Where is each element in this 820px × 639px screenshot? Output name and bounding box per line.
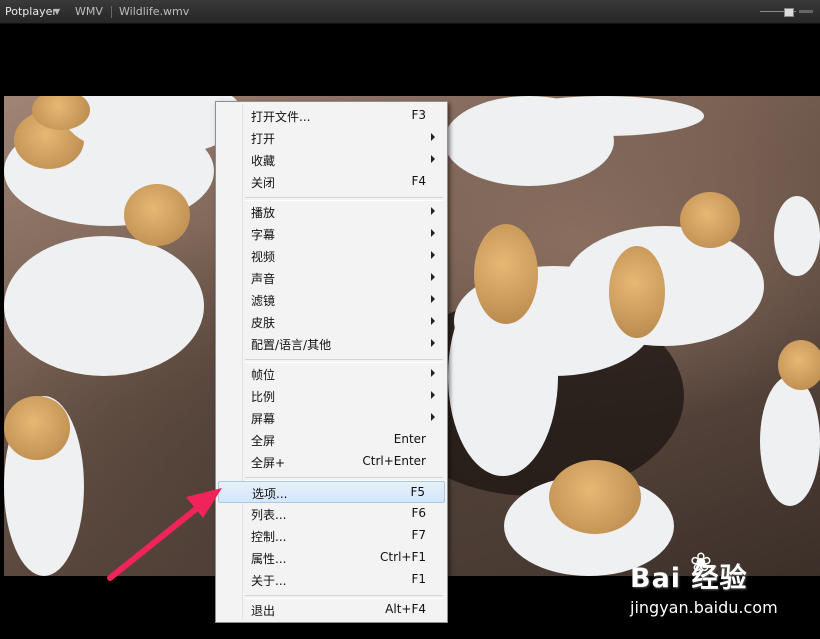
watermark-url: jingyan.baidu.com [630,598,778,617]
watermark: Bai 经验 ❀ jingyan.baidu.com [630,540,800,624]
watermark-brand: Bai 经验 [630,563,748,594]
paw-icon: ❀ [690,548,712,578]
